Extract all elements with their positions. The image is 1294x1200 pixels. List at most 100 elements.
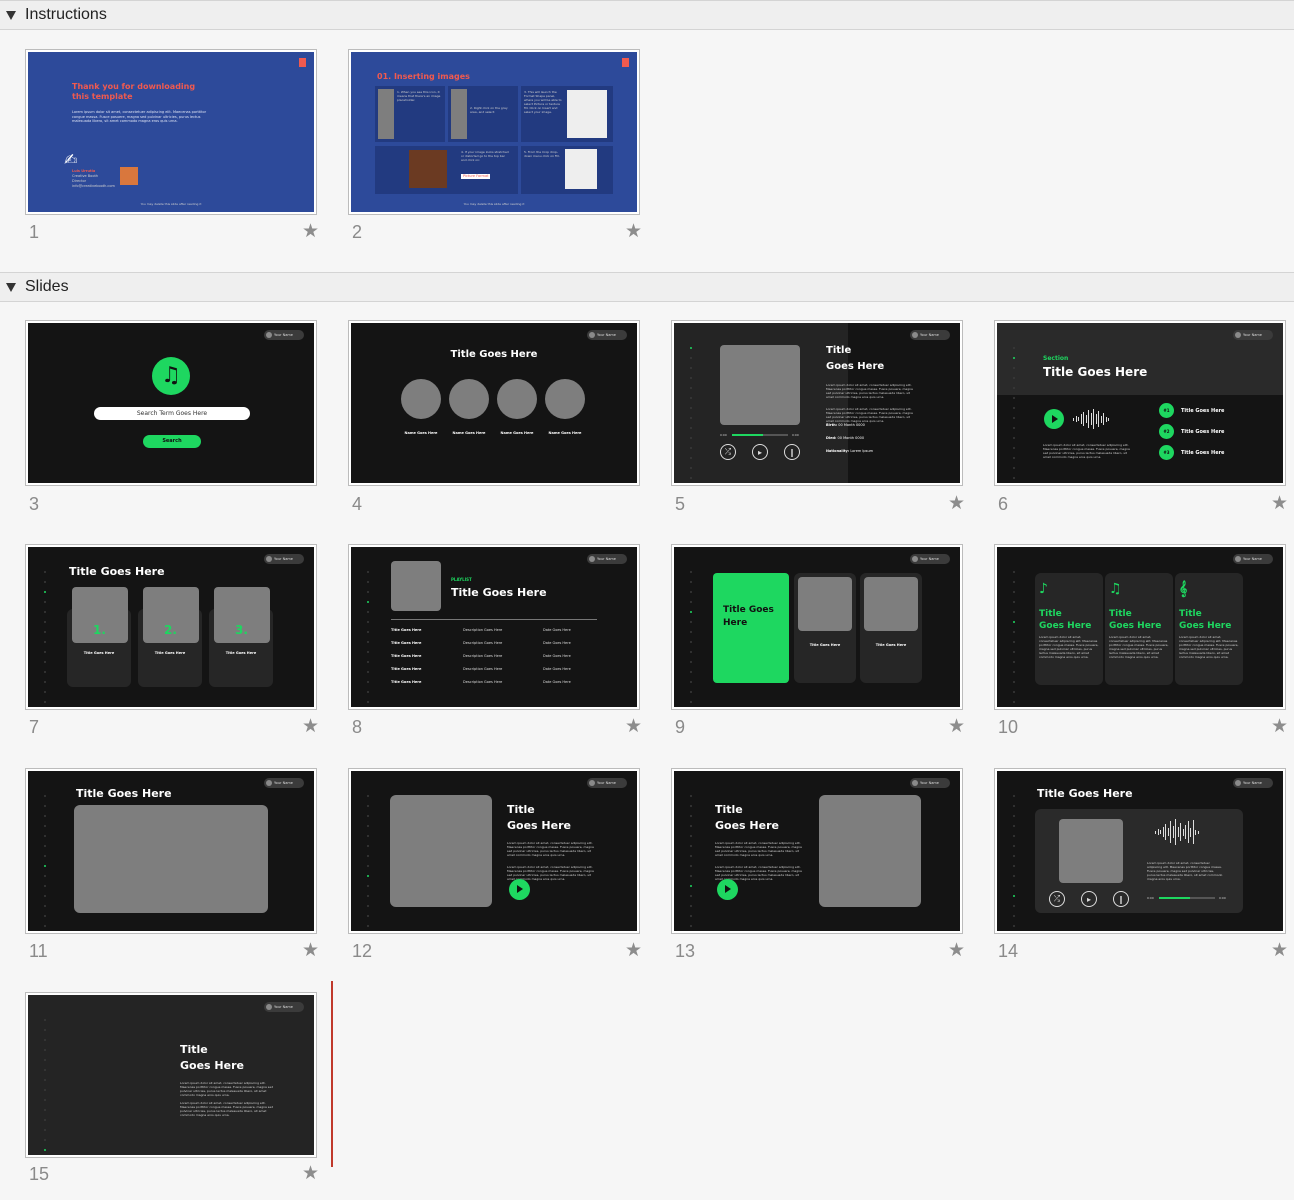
disclosure-triangle-icon[interactable]	[6, 282, 16, 292]
image-placeholder	[390, 795, 492, 907]
step-panel: 2. Right click on the gray area, and sel…	[448, 86, 518, 142]
slide-number: 10	[998, 717, 1019, 737]
slide-thumbnail-14[interactable]: Your Name Title Goes Here Lorem ipsum do…	[994, 768, 1286, 934]
slide-thumbnail-5[interactable]: Your Name 0:00 0:00 ⤮ ▸ ‖ Title Goes Her…	[671, 320, 963, 486]
slide-number: 7	[29, 717, 40, 737]
play-button-icon	[509, 879, 530, 900]
slide-number: 5	[675, 494, 686, 514]
slide-preview: Your Name Title Goes Here 1. 2. 3. Title…	[28, 547, 314, 707]
slide-number: 13	[675, 941, 696, 961]
slide-title: Thank you for downloading this template	[72, 82, 196, 101]
star-icon[interactable]: ★	[302, 941, 319, 960]
slide-thumbnail-13[interactable]: Your Name Title Goes Here Lorem ipsum do…	[671, 768, 963, 934]
play-icon: ▸	[1081, 891, 1097, 907]
slide-number: 11	[29, 941, 48, 961]
play-icon: ▸	[752, 444, 768, 460]
star-icon[interactable]: ★	[302, 717, 319, 736]
waveform-icon	[1073, 409, 1109, 429]
waveform-icon	[1155, 819, 1199, 845]
slide-thumbnail-12[interactable]: Your Name Title Goes Here Lorem ipsum do…	[348, 768, 640, 934]
insertion-cursor	[331, 981, 333, 1167]
user-pill: Your Name	[1233, 778, 1273, 788]
star-icon[interactable]: ★	[1271, 494, 1288, 513]
star-icon[interactable]: ★	[1271, 717, 1288, 736]
section-label: Slides	[25, 278, 69, 295]
slide-preview: Your Name Title Goes Here Title Goes Her…	[674, 547, 960, 707]
treble-clef-icon: 𝄞	[1179, 581, 1188, 597]
slide-title: Title Goes Here	[450, 349, 538, 360]
slide-thumbnail-10[interactable]: Your Name ♪ ♫ 𝄞 Title Goes Here Title Go…	[994, 544, 1286, 710]
slide-number: 2	[352, 222, 363, 242]
slide-thumbnail-4[interactable]: Your Name Title Goes Here Name Goes Here…	[348, 320, 640, 486]
user-pill: Your Name	[264, 330, 304, 340]
star-icon[interactable]: ★	[625, 941, 642, 960]
user-pill: Your Name	[1233, 554, 1273, 564]
user-pill: Your Name	[264, 1002, 304, 1012]
slide-thumbnail-15[interactable]: Your Name Title Goes Here Lorem ipsum do…	[25, 992, 317, 1158]
star-icon[interactable]: ★	[1271, 941, 1288, 960]
slide-preview: Your Name Title Goes Here Lorem ipsum do…	[351, 771, 637, 931]
slide-preview: Your Name Title Goes Here Lorem ipsum do…	[674, 771, 960, 931]
slide-preview: Thank you for downloading this template …	[28, 52, 314, 212]
star-icon[interactable]: ★	[948, 494, 965, 513]
user-pill: Your Name	[910, 330, 950, 340]
slide-number: 8	[352, 717, 363, 737]
slide-footer: You may delete this slide after reading …	[463, 202, 525, 206]
music-notes-icon: ♫	[1109, 581, 1122, 597]
slide-number: 12	[352, 941, 373, 961]
image-placeholder	[720, 345, 800, 425]
star-icon[interactable]: ★	[625, 222, 642, 241]
slide-preview: Your Name Title Goes Here	[28, 771, 314, 931]
user-pill: Your Name	[587, 778, 627, 788]
play-button-icon	[1044, 409, 1064, 429]
bookmark-icon	[299, 58, 306, 67]
slide-thumbnail-3[interactable]: Your Name ♫ Search Term Goes Here Search	[25, 320, 317, 486]
slide-thumbnail-11[interactable]: Your Name Title Goes Here	[25, 768, 317, 934]
section-header-instructions[interactable]: Instructions	[0, 0, 1294, 30]
star-icon[interactable]: ★	[948, 717, 965, 736]
slide-preview: Your Name Section Title Goes Here Lorem …	[997, 323, 1283, 483]
shuffle-icon: ⤮	[720, 444, 736, 460]
slide-preview: Your Name Title Goes Here Lorem ipsum do…	[28, 995, 314, 1155]
slide-number: 4	[352, 494, 363, 514]
star-icon[interactable]: ★	[625, 717, 642, 736]
slide-thumbnail-9[interactable]: Your Name Title Goes Here Title Goes Her…	[671, 544, 963, 710]
bookmark-icon	[622, 58, 629, 67]
music-note-icon: ♫	[152, 357, 190, 395]
slide-body: Lorem ipsum dolor sit amet, consectetuer…	[72, 110, 207, 124]
slide-thumbnail-2[interactable]: 01. Inserting images 1. When you see thi…	[348, 49, 640, 215]
star-icon[interactable]: ★	[302, 1164, 319, 1183]
shuffle-icon: ⤮	[1049, 891, 1065, 907]
author-company: Creative Booth	[72, 174, 99, 178]
slide-thumbnail-1[interactable]: Thank you for downloading this template …	[25, 49, 317, 215]
user-pill: Your Name	[264, 554, 304, 564]
user-pill: Your Name	[587, 330, 627, 340]
slide-preview: Your Name ♫ Search Term Goes Here Search	[28, 323, 314, 483]
image-placeholder	[819, 795, 921, 907]
slide-preview: Your Name Title Goes Here Name Goes Here…	[351, 323, 637, 483]
search-button: Search	[143, 435, 201, 448]
user-pill: Your Name	[910, 554, 950, 564]
image-placeholder	[1059, 819, 1123, 883]
disclosure-triangle-icon[interactable]	[6, 10, 16, 20]
step-panel: 5. From the Crop drop-down menu click on…	[521, 146, 613, 194]
star-icon[interactable]: ★	[948, 941, 965, 960]
author-role: Director	[72, 179, 87, 183]
step-panel: 4. If your image looks stretched or dist…	[375, 146, 518, 194]
slide-number: 14	[998, 941, 1019, 961]
music-note-icon: ♪	[1039, 581, 1048, 597]
slide-preview: Your Name PLAYLIST Title Goes Here Title…	[351, 547, 637, 707]
slide-thumbnail-7[interactable]: Your Name Title Goes Here 1. 2. 3. Title…	[25, 544, 317, 710]
author-email: info@creativebooth.com	[72, 184, 115, 188]
slide-number: 3	[29, 494, 40, 514]
step-panel: 1. When you see this icon, it means that…	[375, 86, 445, 142]
star-icon[interactable]: ★	[302, 222, 319, 241]
play-button-icon	[717, 879, 738, 900]
slide-preview: Your Name 0:00 0:00 ⤮ ▸ ‖ Title Goes Her…	[674, 323, 960, 483]
signature-icon: ✍	[64, 150, 78, 169]
slide-thumbnail-6[interactable]: Your Name Section Title Goes Here Lorem …	[994, 320, 1286, 486]
slide-thumbnail-8[interactable]: Your Name PLAYLIST Title Goes Here Title…	[348, 544, 640, 710]
slide-preview: 01. Inserting images 1. When you see thi…	[351, 52, 637, 212]
section-header-slides[interactable]: Slides	[0, 272, 1294, 302]
image-placeholder	[74, 805, 268, 913]
